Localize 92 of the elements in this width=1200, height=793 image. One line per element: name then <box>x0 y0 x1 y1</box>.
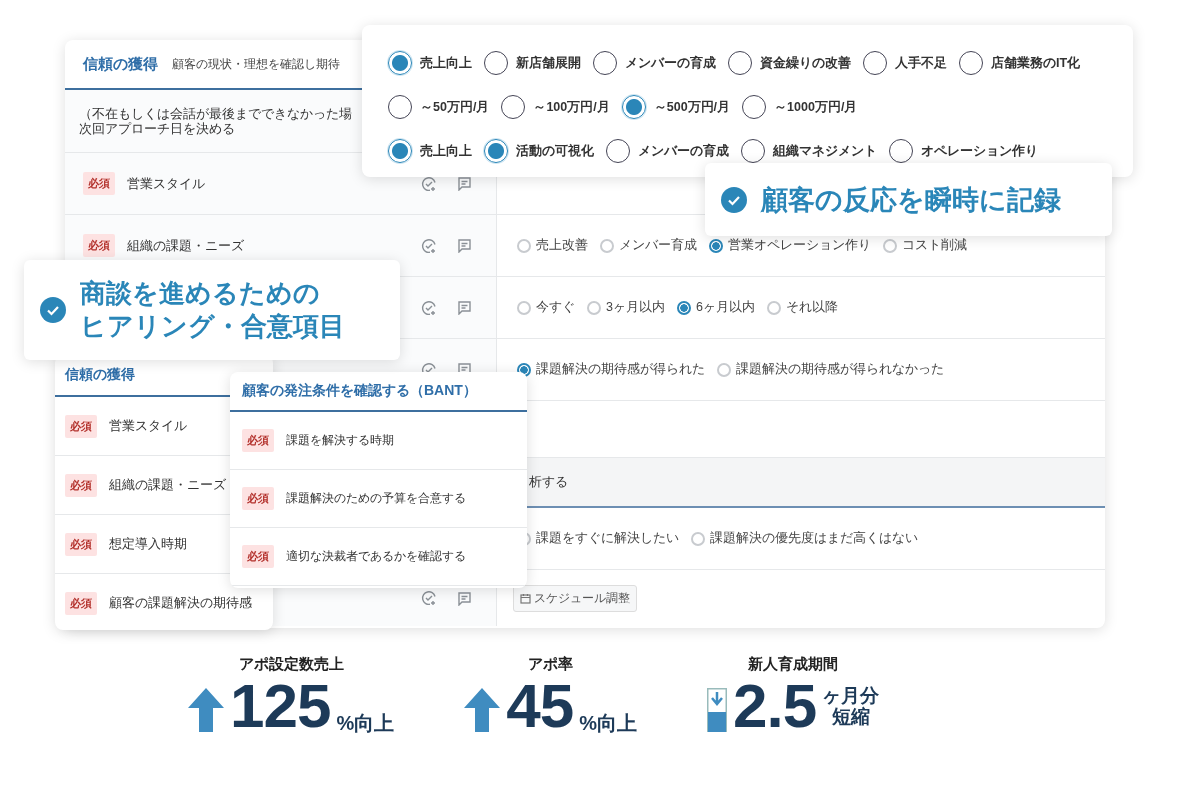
section-subheading: 顧客の現状・理想を確認し期待 <box>172 55 340 73</box>
stat-value: 125 <box>230 678 331 734</box>
stat-label: 新人育成期間 <box>748 655 839 674</box>
option-label: 店舗業務のIT化 <box>991 54 1081 72</box>
radio-button[interactable] <box>728 51 752 75</box>
radio-button[interactable] <box>676 300 691 315</box>
option-label: 課題解決の期待感が得られなかった <box>736 361 944 378</box>
stat-unit: %向上 <box>579 712 637 734</box>
stat-unit: ヶ月分 短縮 <box>822 685 880 727</box>
option-label: コスト削減 <box>902 237 967 254</box>
option-label: ～100万円/月 <box>533 98 610 116</box>
stat-value: 2.5 <box>733 678 817 734</box>
comment-icon <box>457 300 472 315</box>
section-heading: 信頼の獲得 <box>65 366 135 384</box>
item-label: 適切な決裁者であるかを確認する <box>286 548 466 565</box>
option-label: 課題解決の優先度はまだ高くはない <box>710 530 918 547</box>
check-circle-icon <box>40 297 66 323</box>
required-badge: 必須 <box>242 429 274 452</box>
check-plus-icon <box>421 590 437 606</box>
section-heading: 顧客の発注条件を確認する（BANT） <box>242 382 477 400</box>
radio-button[interactable] <box>742 95 767 119</box>
check-plus-icon <box>421 175 437 192</box>
option-label: 今すぐ <box>536 299 575 316</box>
required-badge: 必須 <box>65 532 97 556</box>
item-label: 営業スタイル <box>127 174 205 193</box>
radio-button[interactable] <box>741 139 765 163</box>
item-label: 営業スタイル <box>109 417 187 435</box>
item-label: 想定導入時期 <box>109 535 187 553</box>
option-label: 課題をすぐに解決したい <box>536 530 679 547</box>
required-badge: 必須 <box>65 591 97 615</box>
radio-button[interactable] <box>501 95 526 119</box>
option-label: 資金繰りの改善 <box>760 54 851 72</box>
radio-button[interactable] <box>959 51 983 75</box>
radio-button[interactable] <box>517 362 531 377</box>
schedule-button[interactable]: スケジュール調整 <box>513 584 637 612</box>
section-heading: 信頼の獲得 <box>83 54 158 74</box>
radio-button[interactable] <box>593 51 617 75</box>
radio-button[interactable] <box>621 95 646 119</box>
check-circle-icon <box>721 186 747 213</box>
option-label: ～50万円/月 <box>420 98 490 116</box>
callout-title: 商談を進めるための ヒアリング・合意項目 <box>80 277 345 343</box>
radio-button[interactable] <box>606 139 630 163</box>
required-badge: 必須 <box>65 473 97 497</box>
comment-icon <box>457 238 472 253</box>
option-label: 課題解決の期待感が得られた <box>536 361 705 378</box>
stat-unit: %向上 <box>336 712 395 734</box>
option-label: 6ヶ月以内 <box>695 299 755 316</box>
radio-button[interactable] <box>388 139 412 163</box>
option-label: メンバー育成 <box>619 237 697 254</box>
required-badge: 必須 <box>83 172 115 195</box>
radio-button[interactable] <box>388 51 412 75</box>
option-label: オペレーション作り <box>921 142 1038 160</box>
stat-value: 45 <box>506 678 574 734</box>
radio-button[interactable] <box>484 139 508 163</box>
stat-label: アポ設定数売上 <box>238 655 344 674</box>
option-label: ～1000万円/月 <box>774 98 858 116</box>
radio-button[interactable] <box>863 51 887 75</box>
option-label: メンバーの育成 <box>625 54 716 72</box>
callout-title: 顧客の反応を瞬時に記録 <box>761 183 1061 217</box>
radio-button[interactable] <box>484 51 508 75</box>
option-label: ～500万円/月 <box>653 98 731 116</box>
option-label: 売上向上 <box>420 142 472 160</box>
option-label: 人手不足 <box>895 54 947 72</box>
calendar-icon <box>520 592 531 604</box>
note-text: （不在もしくは会話が最後までできなかった場 次回アプローチ日を決める <box>79 106 352 136</box>
item-label: 組織の課題・ニーズ <box>109 476 226 494</box>
item-label: 顧客の課題解決の期待感 <box>109 594 252 612</box>
required-badge: 必須 <box>83 234 115 257</box>
option-label: 活動の可視化 <box>516 142 594 160</box>
option-label: 営業オペレーション作り <box>728 237 871 254</box>
option-label: 売上向上 <box>420 54 472 72</box>
option-label: それ以降 <box>785 299 838 316</box>
option-label: メンバーの育成 <box>638 142 729 160</box>
check-plus-icon <box>421 237 437 254</box>
item-label: 課題解決のための予算を合意する <box>286 490 466 507</box>
stat-label: アポ率 <box>528 655 574 674</box>
option-label: 組織マネジメント <box>773 142 877 160</box>
required-badge: 必須 <box>242 487 274 510</box>
radio-button[interactable] <box>889 139 913 163</box>
item-label: 課題を解決する時期 <box>286 432 394 449</box>
option-label: 売上改善 <box>536 237 588 254</box>
radio-button[interactable] <box>709 238 723 253</box>
item-label: 組織の課題・ニーズ <box>127 236 244 255</box>
check-plus-icon <box>421 299 437 316</box>
radio-button[interactable] <box>388 95 412 119</box>
required-badge: 必須 <box>242 545 274 568</box>
option-label: 3ヶ月以内 <box>606 299 665 316</box>
comment-icon <box>457 590 472 606</box>
section-title: 析する <box>529 473 568 491</box>
option-label: 新店舗展開 <box>516 54 581 72</box>
comment-icon <box>457 176 472 191</box>
required-badge: 必須 <box>65 414 97 438</box>
